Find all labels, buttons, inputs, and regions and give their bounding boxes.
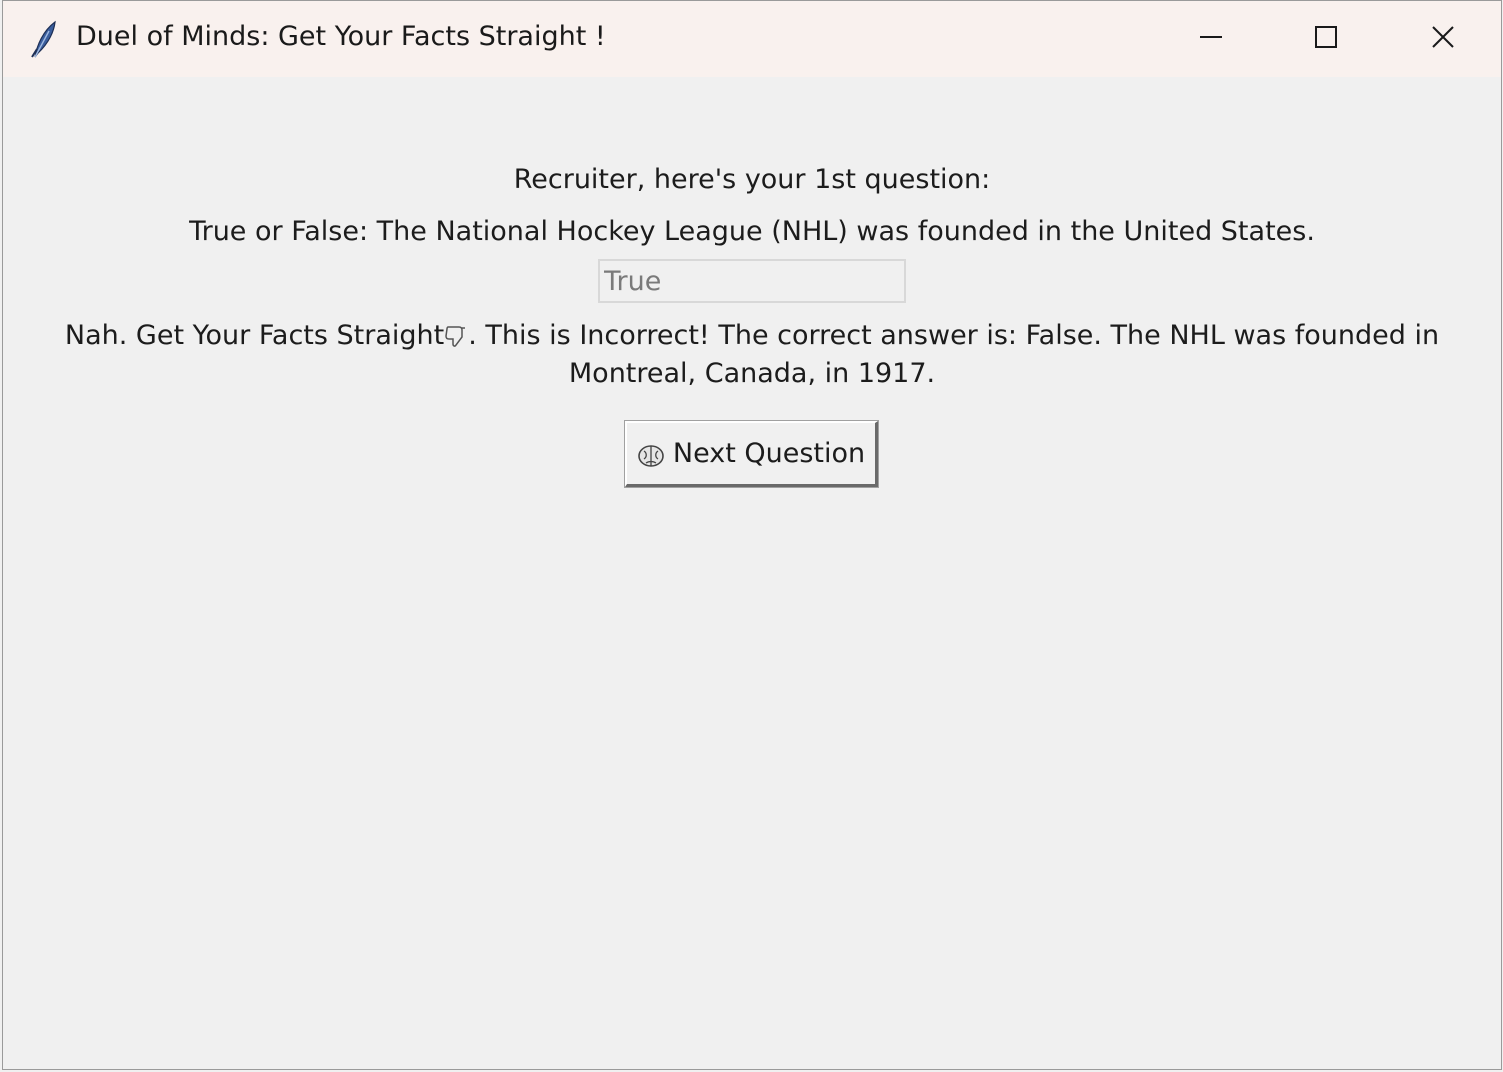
thumbs-down-icon — [444, 323, 468, 349]
app-window: Duel of Minds: Get Your Facts Straight !… — [2, 0, 1502, 1070]
feedback-text-end: . This is Incorrect! The correct answer … — [468, 320, 1440, 389]
answer-input[interactable] — [598, 259, 906, 303]
window-title: Duel of Minds: Get Your Facts Straight ! — [76, 21, 606, 52]
brain-icon — [637, 442, 665, 470]
maximize-icon — [1315, 26, 1337, 48]
question-text: True or False: The National Hockey Leagu… — [189, 216, 1315, 247]
close-button[interactable] — [1388, 1, 1498, 73]
next-question-button[interactable]: Next Question — [624, 420, 879, 488]
maximize-button[interactable] — [1271, 1, 1381, 73]
close-icon — [1432, 26, 1454, 48]
minimize-icon — [1200, 36, 1222, 38]
feather-icon — [27, 19, 61, 59]
title-bar[interactable]: Duel of Minds: Get Your Facts Straight ! — [3, 1, 1501, 77]
quiz-panel: Recruiter, here's your 1st question: Tru… — [3, 77, 1501, 1069]
next-question-label: Next Question — [672, 438, 866, 469]
minimize-button[interactable] — [1156, 1, 1266, 73]
feedback-message: Nah. Get Your Facts Straight . This is I… — [43, 317, 1461, 393]
question-prompt: Recruiter, here's your 1st question: — [513, 164, 991, 195]
feedback-text-start: Nah. Get Your Facts Straight — [64, 320, 445, 351]
